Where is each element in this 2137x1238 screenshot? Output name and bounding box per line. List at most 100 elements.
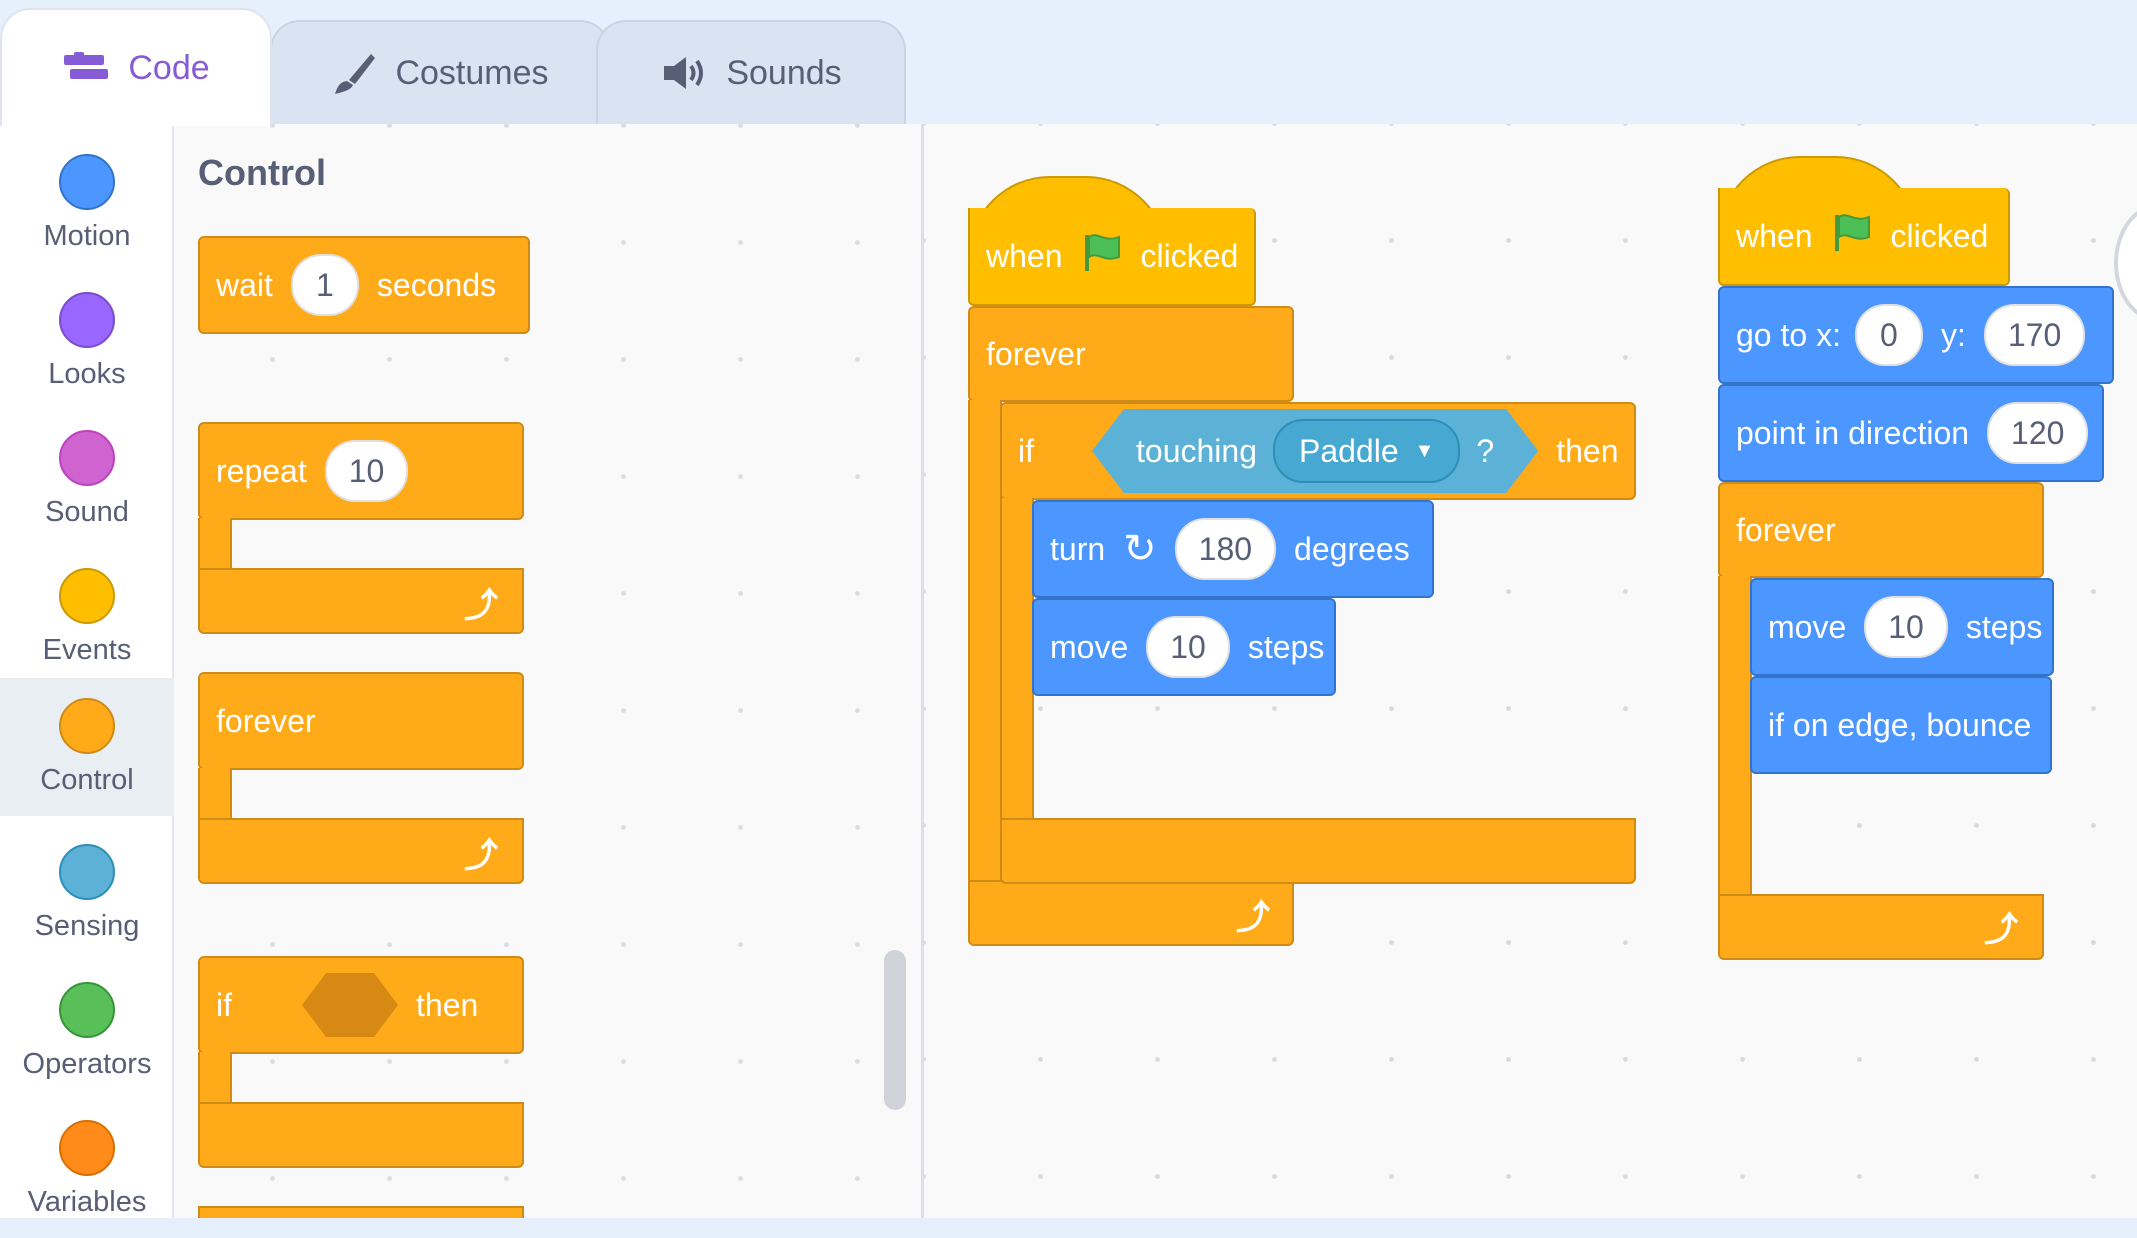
tab-code-label: Code bbox=[128, 48, 210, 87]
script-workspace[interactable]: when clicked forever ⤴ if touching Paddl… bbox=[924, 124, 2137, 1218]
when-label: when bbox=[986, 237, 1063, 274]
tab-sounds[interactable]: Sounds bbox=[596, 20, 906, 124]
touching-label: touching bbox=[1136, 432, 1257, 469]
steps-label: steps bbox=[1965, 608, 2043, 645]
point-label: point in direction bbox=[1736, 414, 1970, 451]
rotate-right-icon: ↻ bbox=[1123, 527, 1157, 571]
script1-forever-arm bbox=[968, 400, 1002, 890]
category-operators[interactable]: Operators bbox=[0, 962, 174, 1100]
category-looks[interactable]: Looks bbox=[0, 272, 174, 410]
turn-label: turn bbox=[1050, 530, 1106, 567]
looks-dot-icon bbox=[59, 292, 115, 348]
seconds-label: seconds bbox=[376, 266, 497, 303]
category-control[interactable]: Control bbox=[0, 678, 174, 816]
dropdown-caret-icon: ▼ bbox=[1414, 439, 1435, 462]
category-variables[interactable]: Variables bbox=[0, 1100, 174, 1238]
forever-label: forever bbox=[986, 335, 1086, 372]
category-label: Sensing bbox=[34, 910, 140, 942]
category-label: Operators bbox=[22, 1048, 152, 1080]
touching-target-dropdown[interactable]: Paddle ▼ bbox=[1273, 419, 1460, 483]
script1-move-block[interactable]: move 10 steps bbox=[1032, 598, 1336, 696]
green-flag-icon bbox=[1081, 231, 1123, 281]
target-label: Paddle bbox=[1298, 432, 1399, 469]
green-flag-icon bbox=[1831, 211, 1873, 261]
variables-dot-icon bbox=[59, 1120, 115, 1176]
steps-label: steps bbox=[1247, 628, 1325, 665]
if-block-bottom bbox=[198, 1102, 524, 1168]
paintbrush-icon bbox=[331, 50, 377, 96]
when-label: when bbox=[1736, 217, 1813, 254]
script2-forever-block[interactable]: forever bbox=[1718, 482, 2044, 578]
if-then-block[interactable]: if then bbox=[198, 956, 524, 1054]
move-label: move bbox=[1768, 608, 1847, 645]
stage-edge-button[interactable] bbox=[2114, 204, 2137, 322]
question-label: ? bbox=[1476, 432, 1495, 469]
goto-y-input[interactable]: 170 bbox=[1983, 304, 2086, 366]
category-label: Motion bbox=[43, 220, 131, 252]
tab-sounds-label: Sounds bbox=[726, 53, 842, 92]
category-label: Looks bbox=[48, 358, 126, 390]
control-dot-icon bbox=[59, 698, 115, 754]
category-motion[interactable]: Motion bbox=[0, 134, 174, 272]
tab-costumes[interactable]: Costumes bbox=[270, 20, 610, 124]
forever-arrow-icon: ⤴ bbox=[1236, 899, 1270, 937]
repeat-arrow-icon: ⤴ bbox=[464, 587, 498, 625]
script2-when-flag-clicked[interactable]: when clicked bbox=[1718, 188, 2010, 286]
bounce-label: if on edge, bounce bbox=[1768, 706, 2032, 743]
script2-move-block[interactable]: move 10 steps bbox=[1750, 578, 2054, 676]
script1-if-bottom bbox=[1000, 818, 1636, 884]
then-label: then bbox=[416, 986, 479, 1023]
script1-if-block[interactable]: if touching Paddle ▼ ? then bbox=[1000, 402, 1636, 500]
move-label: move bbox=[1050, 628, 1129, 665]
goto-x-input[interactable]: 0 bbox=[1854, 304, 1923, 366]
forever-block[interactable]: forever bbox=[198, 672, 524, 770]
move-steps-input[interactable]: 10 bbox=[1146, 616, 1230, 678]
move-steps-input[interactable]: 10 bbox=[1864, 596, 1948, 658]
repeat-label: repeat bbox=[216, 452, 307, 489]
clicked-label: clicked bbox=[1890, 217, 1989, 254]
repeat-count-input[interactable]: 10 bbox=[324, 440, 409, 502]
forever-arrow-icon: ⤴ bbox=[464, 837, 498, 875]
category-menu: Motion Looks Sound Events Control Sensin… bbox=[0, 124, 174, 1218]
category-label: Sound bbox=[45, 496, 129, 528]
wait-seconds-input[interactable]: 1 bbox=[290, 254, 359, 316]
category-sound[interactable]: Sound bbox=[0, 410, 174, 548]
script2-forever-arm bbox=[1718, 576, 1752, 906]
category-events[interactable]: Events bbox=[0, 548, 174, 686]
events-dot-icon bbox=[59, 568, 115, 624]
if-label: if bbox=[216, 986, 232, 1023]
turn-degrees-input[interactable]: 180 bbox=[1174, 518, 1277, 580]
touching-condition[interactable]: touching Paddle ▼ ? bbox=[1092, 409, 1538, 493]
degrees-label: degrees bbox=[1294, 530, 1410, 567]
script2-bounce-block[interactable]: if on edge, bounce bbox=[1750, 676, 2052, 774]
direction-input[interactable]: 120 bbox=[1987, 402, 2089, 464]
code-icon bbox=[62, 51, 110, 85]
operators-dot-icon bbox=[59, 982, 115, 1038]
wait-block[interactable]: wait 1 seconds bbox=[198, 236, 530, 334]
script2-goto-block[interactable]: go to x: 0 y: 170 bbox=[1718, 286, 2114, 384]
script2-point-direction-block[interactable]: point in direction 120 bbox=[1718, 384, 2104, 482]
goto-label: go to x: bbox=[1736, 316, 1841, 353]
tab-costumes-label: Costumes bbox=[395, 53, 549, 92]
condition-slot[interactable] bbox=[302, 973, 398, 1037]
category-label: Variables bbox=[27, 1186, 147, 1218]
motion-dot-icon bbox=[59, 154, 115, 210]
script1-turn-block[interactable]: turn ↻ 180 degrees bbox=[1032, 500, 1434, 598]
sound-dot-icon bbox=[59, 430, 115, 486]
category-sensing[interactable]: Sensing bbox=[0, 824, 174, 962]
clicked-label: clicked bbox=[1140, 237, 1239, 274]
tab-code[interactable]: Code bbox=[0, 8, 272, 126]
category-label: Events bbox=[42, 634, 132, 666]
palette-scrollbar[interactable] bbox=[884, 950, 906, 1110]
sensing-dot-icon bbox=[59, 844, 115, 900]
script1-forever-block[interactable]: forever bbox=[968, 306, 1294, 402]
repeat-block[interactable]: repeat 10 bbox=[198, 422, 524, 520]
wait-label: wait bbox=[216, 266, 273, 303]
next-block-peek bbox=[198, 1206, 524, 1218]
script1-when-flag-clicked[interactable]: when clicked bbox=[968, 208, 1256, 306]
then-label: then bbox=[1556, 432, 1619, 469]
block-palette: Control wait 1 seconds repeat 10 ⤴ forev… bbox=[174, 124, 924, 1218]
forever-arrow-icon: ⤴ bbox=[1984, 911, 2018, 949]
category-label: Control bbox=[40, 764, 134, 796]
if-label: if bbox=[1018, 432, 1034, 469]
